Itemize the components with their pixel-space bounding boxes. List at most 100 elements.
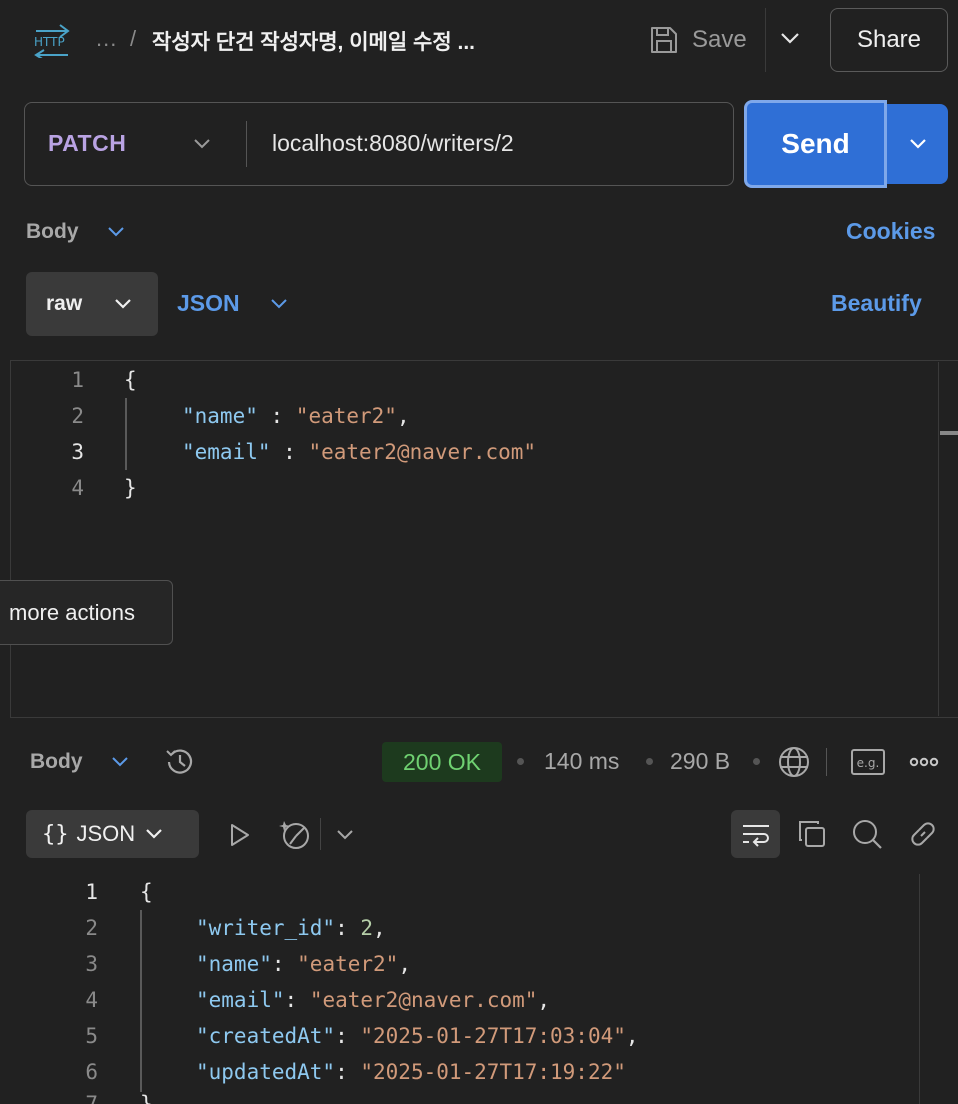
url-divider bbox=[246, 121, 247, 167]
example-icon[interactable]: e.g. bbox=[850, 748, 886, 776]
more-actions-tooltip: more actions bbox=[0, 580, 173, 645]
separator-dot bbox=[646, 758, 653, 765]
format-chevron-down-icon[interactable] bbox=[266, 291, 292, 317]
line-number: 7 bbox=[85, 1092, 98, 1104]
request-title[interactable]: 작성자 단건 작성자명, 이메일 수정 ... bbox=[152, 26, 475, 56]
json-value: "2025-01-27T17:03:04" bbox=[360, 1024, 626, 1048]
line-number: 5 bbox=[85, 1024, 98, 1048]
example-icon-label: e.g. bbox=[857, 756, 880, 770]
line-number: 2 bbox=[85, 916, 98, 940]
tooltip-text: more actions bbox=[9, 599, 135, 625]
line-number: 1 bbox=[71, 368, 84, 392]
json-comma: , bbox=[398, 952, 411, 976]
chevron-down-icon bbox=[906, 132, 930, 156]
code-line: "email": "eater2@naver.com", bbox=[196, 988, 551, 1012]
body-tab[interactable]: Body bbox=[26, 220, 79, 244]
http-icon-label: HTTP bbox=[34, 35, 65, 49]
cookies-link[interactable]: Cookies bbox=[846, 218, 935, 245]
save-options-chevron-down-icon[interactable] bbox=[776, 24, 804, 52]
response-body-tab[interactable]: Body bbox=[30, 750, 83, 774]
json-value: "eater2@naver.com" bbox=[308, 440, 537, 464]
json-separator: : bbox=[257, 404, 296, 428]
beautify-button[interactable]: Beautify bbox=[831, 290, 922, 317]
response-format-label: JSON bbox=[76, 821, 136, 846]
response-scrollbar-track[interactable] bbox=[919, 874, 920, 1104]
line-number: 3 bbox=[85, 952, 98, 976]
json-key: "name" bbox=[182, 404, 258, 428]
code-brace-open: { bbox=[124, 368, 137, 392]
json-value: "eater2@naver.com" bbox=[309, 988, 538, 1012]
code-line: "email" : "eater2@naver.com" bbox=[182, 440, 536, 464]
request-body-editor[interactable] bbox=[10, 360, 958, 718]
code-brace-close: } bbox=[140, 1092, 153, 1104]
indent-guide bbox=[140, 910, 142, 1092]
json-comma: , bbox=[373, 916, 386, 940]
wrap-icon bbox=[740, 820, 772, 848]
line-number: 4 bbox=[71, 476, 84, 500]
line-number: 4 bbox=[85, 988, 98, 1012]
chevron-down-icon bbox=[143, 823, 165, 845]
json-separator: : bbox=[270, 440, 309, 464]
save-label: Save bbox=[692, 26, 747, 53]
response-time[interactable]: 140 ms bbox=[544, 748, 619, 775]
link-icon[interactable] bbox=[905, 816, 941, 852]
code-line: "createdAt": "2025-01-27T17:03:04", bbox=[196, 1024, 639, 1048]
method-chevron-down-icon[interactable] bbox=[190, 132, 214, 156]
json-key: "name" bbox=[196, 952, 272, 976]
url-input[interactable]: localhost:8080/writers/2 bbox=[272, 130, 514, 157]
code-brace-close: } bbox=[124, 476, 137, 500]
json-value: "eater2" bbox=[297, 952, 399, 976]
code-line: "updatedAt": "2025-01-27T17:19:22" bbox=[196, 1060, 626, 1084]
code-line: "name": "eater2", bbox=[196, 952, 411, 976]
json-key: "writer_id" bbox=[196, 916, 336, 940]
body-mode-select[interactable]: raw bbox=[26, 272, 158, 336]
response-format-select[interactable]: {} JSON bbox=[26, 810, 199, 858]
copy-icon[interactable] bbox=[794, 816, 830, 852]
line-number: 1 bbox=[85, 880, 98, 904]
share-button[interactable]: Share bbox=[830, 8, 948, 72]
body-mode-label: raw bbox=[46, 292, 83, 315]
json-key: "email" bbox=[196, 988, 285, 1012]
history-icon[interactable] bbox=[163, 745, 197, 779]
visualize-icon[interactable] bbox=[278, 816, 314, 852]
more-icon[interactable] bbox=[908, 752, 940, 772]
json-value: 2 bbox=[360, 916, 374, 940]
code-line: "name" : "eater2", bbox=[182, 404, 410, 428]
editor-scrollbar-thumb[interactable] bbox=[940, 431, 958, 435]
json-comma: , bbox=[625, 1024, 639, 1048]
json-key: "email" bbox=[182, 440, 271, 464]
http-icon: HTTP bbox=[30, 22, 74, 58]
breadcrumb-separator: / bbox=[130, 26, 137, 51]
line-number: 6 bbox=[85, 1060, 98, 1084]
line-number: 2 bbox=[71, 404, 84, 428]
save-divider bbox=[765, 8, 766, 72]
json-value: "2025-01-27T17:19:22" bbox=[360, 1060, 626, 1084]
visualize-chevron-down-icon[interactable] bbox=[332, 822, 358, 848]
play-icon[interactable] bbox=[224, 820, 254, 850]
code-brace-open: { bbox=[140, 880, 153, 904]
body-format-select[interactable]: JSON bbox=[177, 290, 240, 317]
json-value: "eater2" bbox=[295, 404, 397, 428]
braces-icon: {} bbox=[42, 821, 69, 847]
body-chevron-down-icon[interactable] bbox=[104, 220, 128, 244]
toolbar-divider bbox=[320, 818, 321, 850]
save-button[interactable]: Save bbox=[648, 18, 747, 62]
status-badge[interactable]: 200 OK bbox=[382, 742, 502, 782]
json-comma: , bbox=[537, 988, 551, 1012]
json-key: "updatedAt" bbox=[196, 1060, 336, 1084]
search-icon[interactable] bbox=[849, 816, 885, 852]
json-key: "createdAt" bbox=[196, 1024, 336, 1048]
send-button[interactable]: Send bbox=[744, 100, 887, 188]
indent-guide bbox=[125, 398, 127, 470]
editor-scrollbar-track[interactable] bbox=[938, 362, 939, 716]
save-icon bbox=[648, 24, 680, 56]
http-method-select[interactable]: PATCH bbox=[48, 130, 126, 157]
code-line: "writer_id": 2, bbox=[196, 916, 386, 940]
breadcrumb-collapsed[interactable]: ... bbox=[96, 26, 117, 52]
response-chevron-down-icon[interactable] bbox=[108, 750, 132, 774]
meta-divider bbox=[826, 748, 827, 776]
globe-icon[interactable] bbox=[776, 744, 812, 780]
wrap-lines-button[interactable] bbox=[731, 810, 780, 858]
response-size[interactable]: 290 B bbox=[670, 748, 730, 775]
send-options-button[interactable] bbox=[887, 104, 948, 184]
